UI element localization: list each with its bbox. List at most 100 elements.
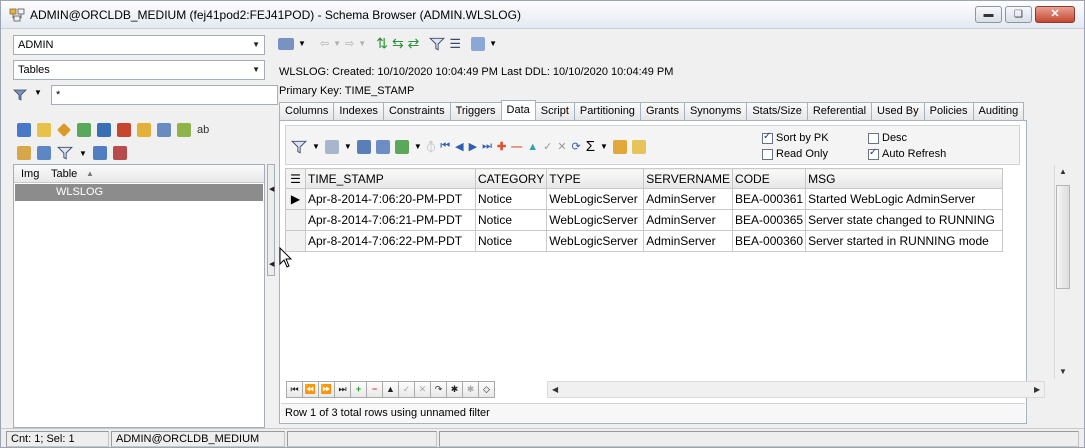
post-edit-icon[interactable]: ✓ xyxy=(543,140,552,153)
scroll-thumb[interactable] xyxy=(1056,185,1070,289)
tab-used-by[interactable]: Used By xyxy=(871,102,925,120)
cell-type[interactable]: WebLogicServer xyxy=(546,188,645,210)
cell-time-stamp[interactable]: Apr-8-2014-7:06:22-PM-PDT xyxy=(305,230,476,252)
cell-category[interactable]: Notice xyxy=(474,209,548,231)
column-header-servername[interactable]: SERVERNAME xyxy=(643,168,734,189)
horizontal-scrollbar[interactable]: ◀ ▶ xyxy=(547,381,1045,398)
column-header-category[interactable]: CATEGORY xyxy=(474,168,548,189)
scroll-up-icon[interactable]: ▲ xyxy=(1059,167,1067,176)
refresh-icon[interactable]: ↷ xyxy=(430,381,447,398)
connect-icon[interactable] xyxy=(278,37,294,50)
cell-msg[interactable]: Started WebLogic AdminServer xyxy=(805,188,1004,210)
table-row[interactable]: Apr-8-2014-7:06:21-PM-PDT Notice WebLogi… xyxy=(285,209,1004,231)
auto-refresh-box[interactable] xyxy=(868,147,879,160)
wand-icon[interactable] xyxy=(37,146,51,160)
close-button[interactable]: ✕ xyxy=(1035,6,1075,23)
delete-record-icon[interactable]: — xyxy=(511,141,522,153)
chevron-down-icon[interactable]: ▼ xyxy=(344,142,352,151)
column-header-time-stamp[interactable]: TIME_STAMP xyxy=(305,168,476,189)
cell-msg[interactable]: Server started in RUNNING mode xyxy=(805,230,1004,252)
img-column-header[interactable]: Img xyxy=(21,168,39,180)
cell-time-stamp[interactable]: Apr-8-2014-7:06:20-PM-PDT xyxy=(305,188,476,210)
edit-icon[interactable]: ▲ xyxy=(382,381,399,398)
copy-rows-icon[interactable] xyxy=(324,139,339,154)
table-list-row[interactable]: WLSLOG xyxy=(15,184,263,201)
cell-servername[interactable]: AdminServer xyxy=(643,209,734,231)
cancel-edit-icon[interactable]: ✕ xyxy=(557,140,566,153)
report-icon[interactable] xyxy=(112,146,127,160)
table-column-header[interactable]: Table xyxy=(51,168,77,180)
forward-arrow-icon[interactable]: ⇨ xyxy=(345,37,354,50)
table-row[interactable]: ▶ Apr-8-2014-7:06:20-PM-PDT Notice WebLo… xyxy=(285,188,1004,210)
create-table-icon[interactable] xyxy=(37,123,51,137)
tab-referential[interactable]: Referential xyxy=(806,102,873,120)
cell-code[interactable]: BEA-000361 xyxy=(732,188,807,210)
last-record-icon[interactable]: ⏭ xyxy=(482,140,492,153)
filter-dropdown-icon[interactable]: ▼ xyxy=(34,88,42,97)
tab-stats-size[interactable]: Stats/Size xyxy=(746,102,808,120)
single-record-view-icon[interactable] xyxy=(356,139,371,154)
next-record-icon[interactable]: ▶ xyxy=(469,140,477,153)
read-only-checkbox[interactable]: Read Only xyxy=(762,148,828,160)
cell-type[interactable]: WebLogicServer xyxy=(546,209,645,231)
tab-policies[interactable]: Policies xyxy=(923,102,974,120)
drop-table-icon[interactable] xyxy=(117,123,131,137)
refresh-icon[interactable] xyxy=(17,123,31,137)
chevron-down-icon[interactable]: ▼ xyxy=(489,39,497,48)
tab-constraints[interactable]: Constraints xyxy=(382,102,451,120)
cancel-updates-icon[interactable]: ✱ xyxy=(462,381,479,398)
grid-menu-icon[interactable]: ☰ xyxy=(285,168,306,189)
tab-triggers[interactable]: Triggers xyxy=(449,102,502,120)
export-data-icon[interactable] xyxy=(394,139,409,154)
insert-icon[interactable]: + xyxy=(350,381,367,398)
desc-checkbox[interactable]: Desc xyxy=(868,132,907,144)
tab-indexes[interactable]: Indexes xyxy=(333,102,384,120)
prior-record-icon[interactable]: ◀ xyxy=(455,140,463,153)
sort-by-pk-box[interactable] xyxy=(762,131,773,144)
vertical-scrollbar[interactable]: ▲ ▼ xyxy=(1054,165,1071,379)
compile-icon[interactable] xyxy=(177,123,191,137)
tab-synonyms[interactable]: Synonyms xyxy=(683,102,748,120)
filter-icon[interactable] xyxy=(291,139,307,155)
scroll-down-icon[interactable]: ▼ xyxy=(1059,367,1067,376)
cell-servername[interactable]: AdminServer xyxy=(643,230,734,252)
insert-record-icon[interactable]: ✚ xyxy=(497,140,506,153)
first-record-icon[interactable]: ⏮ xyxy=(440,140,450,153)
tab-grants[interactable]: Grants xyxy=(639,102,685,120)
save-blob-icon[interactable] xyxy=(631,139,646,154)
tab-partitioning[interactable]: Partitioning xyxy=(573,102,641,120)
table-row[interactable]: Apr-8-2014-7:06:22-PM-PDT Notice WebLogi… xyxy=(285,230,1004,252)
panel-splitter[interactable]: ◀ ◀ xyxy=(267,164,275,276)
favorite-icon[interactable] xyxy=(137,123,151,137)
minimize-button[interactable]: ▬ xyxy=(975,6,1002,23)
cell-category[interactable]: Notice xyxy=(474,188,548,210)
object-type-combo[interactable]: Tables ▼ xyxy=(13,60,265,80)
collapse-left-icon[interactable]: ◀ xyxy=(269,260,274,268)
sync-left-icon[interactable]: ⇆ xyxy=(392,35,404,52)
chevron-down-icon[interactable]: ▼ xyxy=(298,39,306,48)
first-record-icon[interactable]: ⏮ xyxy=(286,381,303,398)
tab-data[interactable]: Data xyxy=(500,100,536,120)
ab-rename-icon[interactable]: ab xyxy=(197,124,209,136)
sort-by-pk-checkbox[interactable]: Sort by PK xyxy=(762,131,829,144)
delete-icon[interactable]: − xyxy=(366,381,383,398)
sum-icon[interactable]: Σ xyxy=(586,138,595,155)
data-grid-icon[interactable] xyxy=(375,139,390,154)
chevron-down-icon[interactable]: ▼ xyxy=(79,149,87,158)
column-header-type[interactable]: TYPE xyxy=(546,168,645,189)
edit-pencil-icon[interactable] xyxy=(57,123,71,137)
apply-updates-icon[interactable]: ✱ xyxy=(446,381,463,398)
clear-icon[interactable]: ◇ xyxy=(478,381,495,398)
sync-icon[interactable]: ⇅ xyxy=(376,35,388,52)
chevron-down-icon[interactable]: ▼ xyxy=(414,142,422,151)
cell-code[interactable]: BEA-000365 xyxy=(732,209,807,231)
column-header-msg[interactable]: MSG xyxy=(805,168,1004,189)
script-icon[interactable] xyxy=(17,146,31,160)
tab-script[interactable]: Script xyxy=(534,102,575,120)
sql-icon[interactable] xyxy=(97,123,111,137)
cell-category[interactable]: Notice xyxy=(474,230,548,252)
cell-time-stamp[interactable]: Apr-8-2014-7:06:21-PM-PDT xyxy=(305,209,476,231)
cancel-icon[interactable]: ✕ xyxy=(414,381,431,398)
cell-type[interactable]: WebLogicServer xyxy=(546,230,645,252)
last-record-icon[interactable]: ⏭ xyxy=(334,381,351,398)
